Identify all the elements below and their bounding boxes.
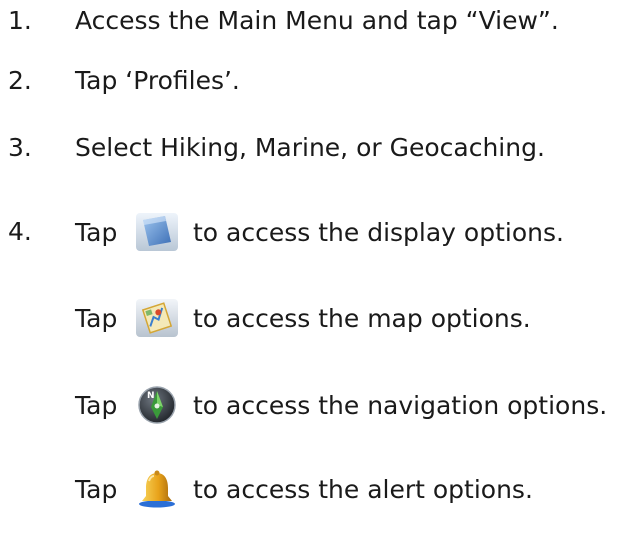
- step-number: 4.: [8, 216, 32, 246]
- tap-row-text: to access the alert options.: [193, 474, 533, 504]
- tap-label: Tap: [75, 303, 118, 333]
- tap-row-alert: Tap to access the alert options.: [75, 467, 533, 511]
- tap-row-text: to access the navigation options.: [193, 390, 608, 420]
- tap-row-map: Tap to access the map options.: [75, 296, 531, 340]
- step-number: 2.: [8, 65, 32, 95]
- navigation-compass-icon[interactable]: N: [135, 385, 179, 425]
- map-icon[interactable]: [135, 298, 179, 338]
- step-text: Tap ‘Profiles’.: [75, 65, 240, 95]
- step-text: Access the Main Menu and tap “View”.: [75, 5, 559, 35]
- display-icon[interactable]: [135, 212, 179, 252]
- tap-row-text: to access the display options.: [193, 217, 564, 247]
- tap-label: Tap: [75, 390, 118, 420]
- tap-row-display: Tap to access the display options.: [75, 210, 564, 254]
- bell-icon[interactable]: [135, 469, 179, 509]
- svg-text:N: N: [147, 391, 155, 401]
- tap-row-text: to access the map options.: [193, 303, 531, 333]
- tap-label: Tap: [75, 217, 118, 247]
- tap-label: Tap: [75, 474, 118, 504]
- step-text: Select Hiking, Marine, or Geocaching.: [75, 132, 545, 162]
- tap-row-navigation: Tap N to access the navigation options.: [75, 383, 607, 427]
- step-number: 1.: [8, 5, 32, 35]
- step-number: 3.: [8, 132, 32, 162]
